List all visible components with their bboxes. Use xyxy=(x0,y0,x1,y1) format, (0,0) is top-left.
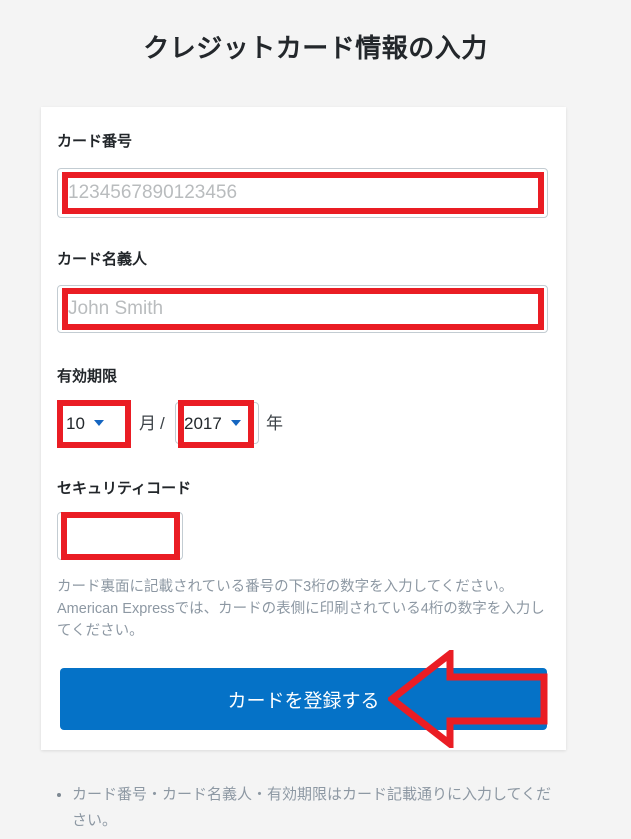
card-holder-input[interactable] xyxy=(57,285,548,333)
expiry-year-value: 2017 xyxy=(184,413,222,433)
chevron-down-icon xyxy=(93,420,104,426)
expiry-month-unit: 月 xyxy=(139,414,156,433)
security-code-input[interactable] xyxy=(57,512,183,560)
chevron-down-icon xyxy=(230,420,241,426)
expiry-month-value: 10 xyxy=(66,413,85,433)
credit-card-registration-page: クレジットカード情報の入力 カード番号 カード名義人 有効期限 10 月 / 2… xyxy=(0,0,631,839)
register-card-button[interactable]: カードを登録する xyxy=(60,668,547,730)
list-item: カード番号・カード名義人・有効期限はカード記載通りに入力してください。 xyxy=(72,782,566,834)
expiry-year-select[interactable]: 2017 xyxy=(175,402,259,444)
expiry-month-select[interactable]: 10 xyxy=(57,402,131,444)
card-number-label: カード番号 xyxy=(57,133,133,150)
footer-note-list: カード番号・カード名義人・有効期限はカード記載通りに入力してください。 xyxy=(46,782,566,834)
security-code-helper-text: カード裏面に記載されている番号の下3桁の数字を入力してください。American… xyxy=(57,579,545,639)
page-title: クレジットカード情報の入力 xyxy=(143,33,488,63)
expiry-year-unit: 年 xyxy=(266,414,283,433)
expiry-separator: / xyxy=(160,414,165,433)
card-number-input[interactable] xyxy=(57,168,548,218)
security-code-label: セキュリティコード xyxy=(57,480,192,497)
footer-notes: カード番号・カード名義人・有効期限はカード記載通りに入力してください。 xyxy=(46,782,566,834)
expiry-label: 有効期限 xyxy=(57,368,118,385)
card-holder-label: カード名義人 xyxy=(57,251,148,268)
